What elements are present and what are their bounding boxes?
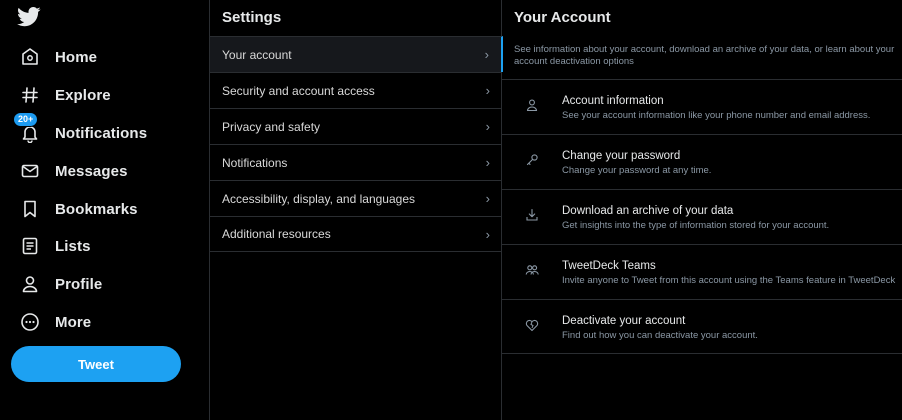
settings-item-notifications[interactable]: Notifications › xyxy=(210,144,502,180)
account-option-title: Deactivate your account xyxy=(562,315,686,327)
chevron-right-icon: › xyxy=(484,47,489,62)
account-option-desc: See your account information like your p… xyxy=(562,110,871,121)
settings-list: Your account › Security and account acce… xyxy=(210,36,503,252)
settings-item-label: Privacy and safety xyxy=(222,119,321,134)
chevron-right-icon: › xyxy=(485,155,490,170)
account-options-list: Account information See your account inf… xyxy=(502,79,902,354)
settings-item-label: Your account xyxy=(222,47,292,62)
bookmark-icon xyxy=(19,198,41,220)
settings-item-label: Accessibility, display, and languages xyxy=(222,191,415,206)
nav-label: Explore xyxy=(55,86,111,104)
nav-item-messages[interactable]: Messages xyxy=(19,156,194,186)
settings-item-label: Security and account access xyxy=(222,83,375,98)
home-icon xyxy=(19,46,41,68)
settings-item-label: Additional resources xyxy=(222,227,331,241)
broken-heart-icon xyxy=(525,318,541,334)
account-column: Your Account See information about your … xyxy=(502,0,902,420)
more-icon xyxy=(19,311,41,333)
settings-item-your-account[interactable]: Your account › xyxy=(210,36,503,72)
key-icon xyxy=(525,153,541,169)
twitter-bird-icon[interactable] xyxy=(17,7,41,27)
account-option-desc: Invite anyone to Tweet from this account… xyxy=(562,275,896,286)
hashtag-icon xyxy=(19,84,41,106)
people-icon xyxy=(525,263,541,279)
account-option-password[interactable]: Change your password Change your passwor… xyxy=(502,134,902,189)
nav-item-lists[interactable]: Lists xyxy=(19,231,194,261)
envelope-icon xyxy=(19,160,41,182)
settings-item-privacy[interactable]: Privacy and safety › xyxy=(210,108,502,144)
settings-item-additional-resources[interactable]: Additional resources › xyxy=(210,216,502,252)
chevron-right-icon: › xyxy=(485,226,490,242)
account-option-title: TweetDeck Teams xyxy=(562,260,656,272)
nav-label: More xyxy=(55,313,92,331)
person-icon xyxy=(525,98,541,114)
account-title: Your Account xyxy=(514,9,611,26)
account-option-information[interactable]: Account information See your account inf… xyxy=(502,79,902,134)
settings-item-label: Notifications xyxy=(222,155,288,170)
account-option-tweetdeck-teams[interactable]: TweetDeck Teams Invite anyone to Tweet f… xyxy=(502,244,902,299)
account-option-desc: Get insights into the type of informatio… xyxy=(562,220,830,231)
nav-item-notifications[interactable]: 20+ Notifications xyxy=(13,112,194,148)
account-option-download-archive[interactable]: Download an archive of your data Get ins… xyxy=(502,189,902,244)
person-icon xyxy=(19,273,41,295)
account-option-desc: Change your password at any time. xyxy=(562,165,712,176)
nav-item-explore[interactable]: Explore xyxy=(19,80,194,110)
settings-item-security[interactable]: Security and account access › xyxy=(210,72,502,108)
tweet-button[interactable]: Tweet xyxy=(11,346,181,382)
settings-column: Settings Your account › Security and acc… xyxy=(209,0,503,420)
chevron-right-icon: › xyxy=(485,83,490,98)
nav-item-home[interactable]: Home xyxy=(19,42,194,72)
list-icon xyxy=(19,235,41,257)
nav-item-profile[interactable]: Profile xyxy=(19,269,194,299)
settings-title: Settings xyxy=(222,9,282,26)
account-intro: See information about your account, down… xyxy=(514,44,895,67)
account-option-title: Account information xyxy=(562,95,664,107)
chevron-right-icon: › xyxy=(485,119,490,134)
account-option-desc: Find out how you can deactivate your acc… xyxy=(562,330,758,341)
nav-label: Profile xyxy=(55,275,103,293)
download-icon xyxy=(525,208,541,224)
settings-item-accessibility[interactable]: Accessibility, display, and languages › xyxy=(210,180,502,216)
nav-label: Lists xyxy=(55,237,91,255)
nav-label: Bookmarks xyxy=(55,200,138,218)
left-nav: Home Explore 20+ Notifications Messages … xyxy=(0,0,209,420)
nav-label: Notifications xyxy=(55,124,148,142)
bell-icon: 20+ xyxy=(13,112,41,144)
nav-label: Home xyxy=(55,48,98,66)
notification-badge: 20+ xyxy=(13,112,39,127)
nav-label: Messages xyxy=(55,162,128,180)
nav-item-more[interactable]: More xyxy=(19,307,194,337)
chevron-right-icon: › xyxy=(485,191,490,206)
account-option-title: Change your password xyxy=(562,150,681,162)
nav-item-bookmarks[interactable]: Bookmarks xyxy=(19,194,194,224)
account-option-deactivate[interactable]: Deactivate your account Find out how you… xyxy=(502,299,902,354)
account-option-title: Download an archive of your data xyxy=(562,205,734,217)
